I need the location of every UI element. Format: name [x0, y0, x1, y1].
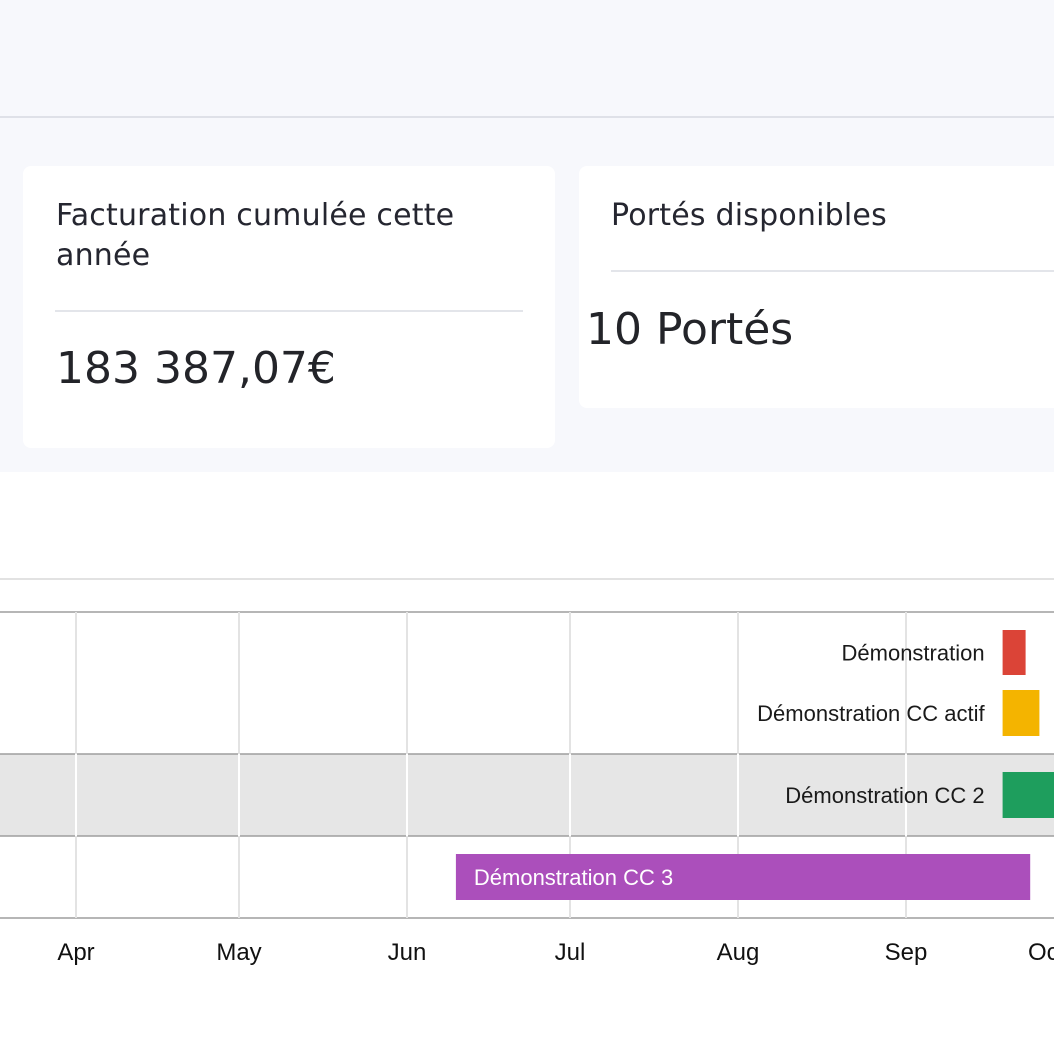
timeline-bar-label: Démonstration CC actif: [757, 701, 985, 726]
card-billing-value: 183 387,07€: [56, 343, 336, 394]
timeline-chart: Démonstration Démonstration CC actif Démon…: [0, 611, 1054, 966]
chart-section-divider: [0, 578, 1054, 580]
timeline-tick-label: Jul: [555, 939, 586, 966]
timeline-tick-label: May: [216, 939, 261, 966]
timeline-tick-label: Aug: [717, 939, 760, 966]
timeline-bar-label: Démonstration CC 2: [785, 783, 984, 808]
card-billing-divider: [55, 310, 523, 312]
timeline-bar: [1002, 772, 1054, 818]
timeline-bar-label: Démonstration: [842, 641, 985, 666]
timeline-tick-label: Jun: [388, 939, 427, 966]
card-billing-title: Facturation cumulée cette année: [56, 196, 526, 276]
card-available: Portés disponibles 10 Portés: [579, 166, 1054, 408]
card-available-title: Portés disponibles: [611, 198, 887, 233]
timeline-tick-label: Apr: [57, 939, 94, 966]
card-available-divider: [611, 270, 1054, 272]
timeline-bar: [1002, 690, 1040, 736]
timeline-tick-label: Oc: [1028, 939, 1054, 966]
card-billing: Facturation cumulée cette année 183 387,…: [23, 166, 555, 448]
timeline-row-bg: [0, 612, 1054, 754]
timeline-bar-label: Démonstration CC 3: [474, 865, 673, 890]
timeline-bar: [1002, 630, 1026, 675]
page-header: [0, 0, 1054, 118]
timeline-tick-label: Sep: [885, 939, 928, 966]
card-available-value: 10 Portés: [586, 304, 794, 355]
card-billing-title-line2: année: [56, 238, 151, 273]
card-billing-title-line1: Facturation cumulée cette: [56, 198, 455, 233]
